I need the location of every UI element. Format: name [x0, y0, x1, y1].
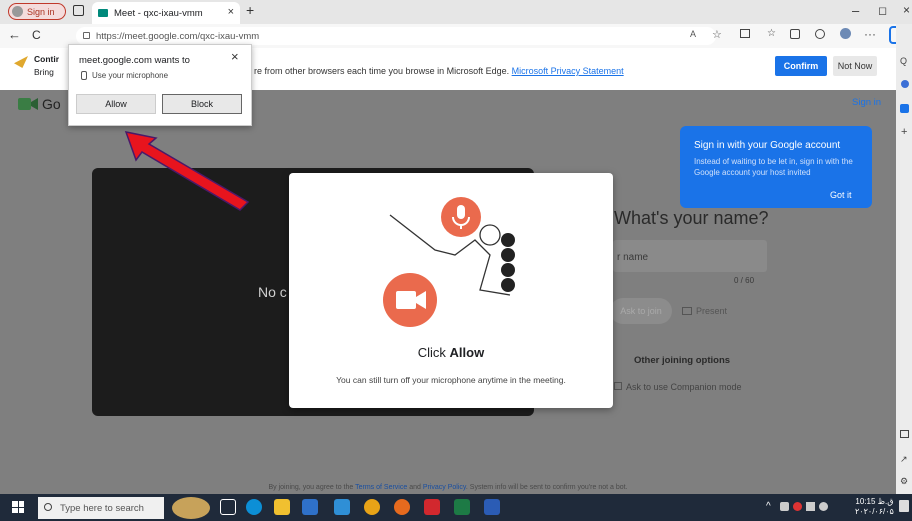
camera-status-text: No c	[258, 284, 287, 300]
other-joining-options: Other joining options	[634, 355, 731, 366]
edge-sidebar	[896, 24, 912, 494]
sidebar-external-icon[interactable]: ↗	[900, 454, 908, 465]
favorites-icon[interactable]: ☆	[767, 28, 776, 39]
red-arrow-annotation	[122, 128, 252, 213]
edge-taskbar-icon[interactable]	[246, 499, 262, 515]
split-screen-icon[interactable]	[740, 29, 750, 38]
microphone-icon	[81, 71, 87, 80]
taskbar-search-placeholder: Type here to search	[60, 502, 144, 514]
present-button[interactable]: Present	[682, 298, 750, 324]
back-button[interactable]: ←	[8, 27, 21, 42]
info-message-text: re from other browsers each time you bro…	[254, 66, 510, 76]
taskbar-search-box[interactable]: Type here to search	[38, 497, 164, 519]
sidebar-settings-icon[interactable]: ⚙	[900, 476, 908, 487]
maximize-button[interactable]: ◻	[878, 4, 887, 17]
collections-icon[interactable]	[790, 29, 800, 39]
allow-button[interactable]: Allow	[76, 94, 156, 114]
search-icon	[44, 503, 52, 511]
tab-close-icon[interactable]: ×	[228, 6, 234, 18]
new-tab-button[interactable]: +	[246, 2, 254, 18]
permission-close-icon[interactable]: ×	[231, 49, 239, 64]
sidebar-outlook-icon[interactable]	[900, 104, 909, 113]
permission-label: Use your microphone	[92, 71, 169, 80]
name-heading: What's your name?	[614, 208, 769, 228]
close-window-button[interactable]: ×	[903, 3, 910, 17]
read-aloud-icon[interactable]: A	[690, 29, 696, 39]
avatar-icon	[12, 6, 23, 17]
tooltip-got-it-button[interactable]: Got it	[830, 190, 852, 200]
excel-icon[interactable]	[454, 499, 470, 515]
tooltip-title: Sign in with your Google account	[694, 140, 841, 151]
profile-sign-in-label: Sign in	[27, 6, 55, 17]
clock-time: 10:15 ق.ظ	[855, 497, 894, 506]
mail-icon[interactable]	[334, 499, 350, 515]
acrobat-icon[interactable]	[424, 499, 440, 515]
clock-date: ۲۰۲۰/۰۶/۰۵	[855, 507, 894, 516]
windows-start-icon[interactable]	[12, 501, 24, 513]
task-view-icon[interactable]	[220, 499, 236, 515]
companion-label: Ask to use Companion mode	[626, 382, 742, 392]
reload-button[interactable]: C	[32, 28, 41, 42]
permission-item: Use your microphone	[81, 71, 168, 80]
url-bar[interactable]: https://meet.google.com/qxc-ixau-vmm	[76, 27, 716, 45]
tray-chevron-icon[interactable]: ^	[766, 501, 771, 512]
tab-title: Meet - qxc-ixau-vmm	[114, 7, 203, 19]
block-button[interactable]: Block	[162, 94, 242, 114]
footer-pre: By joining, you agree to the	[268, 484, 354, 491]
ask-to-join-button[interactable]: Ask to join	[610, 298, 672, 324]
extensions-icon[interactable]	[815, 29, 825, 39]
companion-mode-option[interactable]: Ask to use Companion mode	[614, 382, 742, 392]
notifications-icon[interactable]	[899, 500, 909, 512]
info-message: re from other browsers each time you bro…	[254, 66, 624, 76]
present-label: Present	[696, 306, 728, 316]
confirm-button[interactable]: Confirm	[775, 56, 827, 76]
file-explorer-icon[interactable]	[274, 499, 290, 515]
lock-icon	[83, 32, 90, 39]
privacy-link[interactable]: Privacy Policy	[423, 484, 466, 491]
sidebar-search-icon[interactable]: Q	[900, 56, 907, 66]
firefox-icon[interactable]	[394, 499, 410, 515]
tab-meet[interactable]: Meet - qxc-ixau-vmm ×	[92, 2, 240, 24]
meet-sign-in-link[interactable]: Sign in	[852, 97, 881, 108]
sidebar-copilot-icon[interactable]	[901, 80, 909, 88]
chrome-icon[interactable]	[364, 499, 380, 515]
meet-logo-text: Go	[42, 96, 61, 112]
footer-and: and	[409, 484, 421, 491]
sidebar-hide-icon[interactable]	[900, 430, 909, 438]
system-tray-icons[interactable]	[780, 502, 840, 512]
name-input-placeholder: r name	[617, 252, 649, 263]
present-icon	[682, 307, 692, 315]
saturn-widget-icon[interactable]	[172, 497, 210, 519]
word-icon[interactable]	[484, 499, 500, 515]
privacy-statement-link[interactable]: Microsoft Privacy Statement	[512, 66, 624, 76]
permission-title: meet.google.com wants to	[79, 55, 190, 66]
store-icon[interactable]	[302, 499, 318, 515]
dialog-body: You can still turn off your microphone a…	[336, 375, 566, 385]
not-now-button[interactable]: Not Now	[833, 56, 877, 76]
info-line: Bring	[34, 67, 54, 77]
dialog-title-prefix: Click	[417, 345, 450, 360]
favorite-star-icon[interactable]: ☆	[712, 28, 722, 41]
footer-post: . System info will be sent to confirm yo…	[465, 484, 628, 491]
more-menu-icon[interactable]: ···	[864, 27, 876, 41]
terms-link[interactable]: Terms of Service	[355, 484, 407, 491]
dialog-title: Click Allow	[289, 345, 613, 360]
meet-favicon-icon	[98, 9, 108, 17]
sidebar-add-icon[interactable]: +	[901, 126, 907, 138]
microphone-camera-illustration	[380, 195, 530, 330]
url-text: https://meet.google.com/qxc-ixau-vmm	[96, 30, 260, 42]
google-meet-logo-icon	[18, 96, 38, 112]
companion-icon	[614, 382, 622, 390]
profile-sign-in-button[interactable]: Sign in	[8, 3, 66, 20]
meet-footer: By joining, you agree to the Terms of Se…	[0, 484, 896, 491]
taskbar-clock[interactable]: 10:15 ق.ظ ۲۰۲۰/۰۶/۰۵	[855, 497, 894, 517]
tab-actions-icon[interactable]	[73, 5, 84, 16]
dialog-title-bold: Allow	[449, 345, 485, 360]
info-heading: Contir	[34, 54, 60, 64]
tooltip-body: Instead of waiting to be let in, sign in…	[694, 157, 853, 177]
minimize-button[interactable]: –	[852, 3, 859, 18]
name-character-counter: 0 / 60	[734, 276, 755, 285]
profile-icon[interactable]	[840, 28, 851, 39]
